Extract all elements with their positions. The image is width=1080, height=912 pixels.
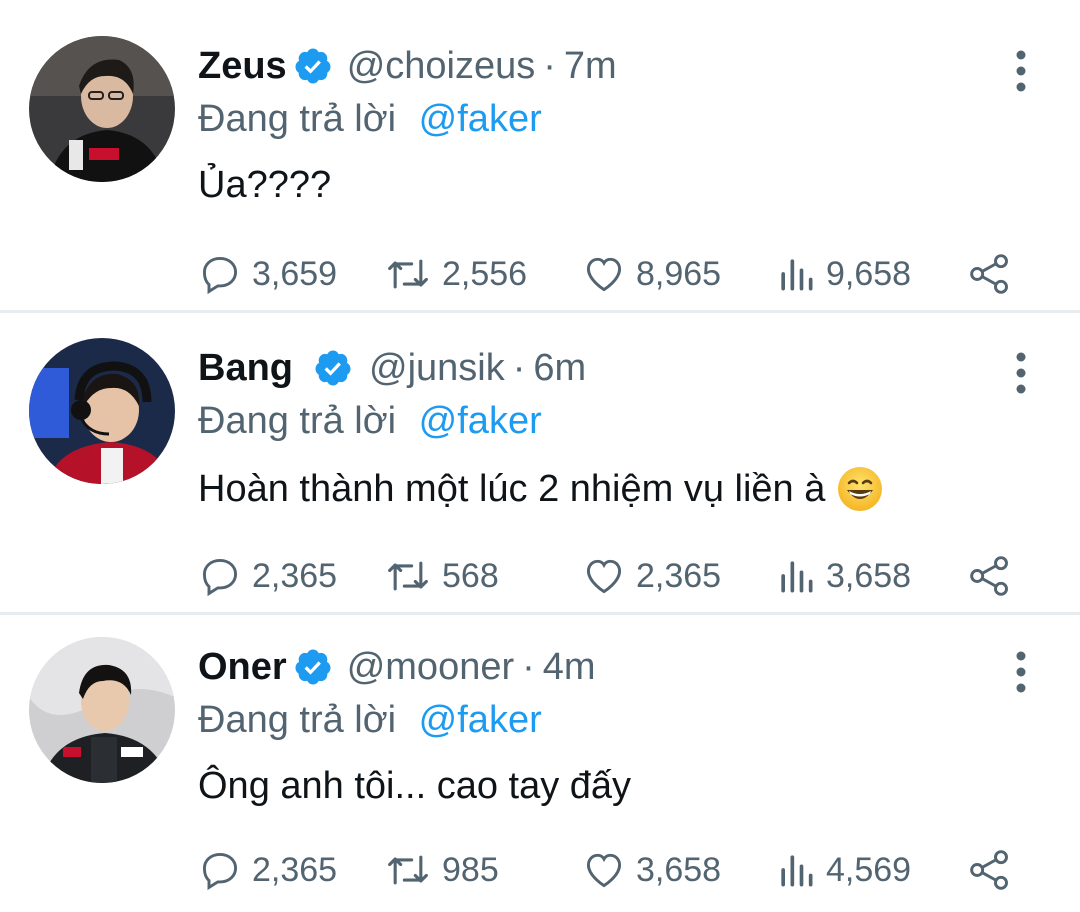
views-count: 9,658 <box>826 254 912 293</box>
reply-button[interactable]: 3,659 <box>198 249 337 299</box>
tweet-actions: 2,365 985 3,658 4,569 <box>198 845 1028 895</box>
views-count: 4,569 <box>826 850 912 889</box>
replying-to: Đang trả lời @faker <box>198 98 542 141</box>
views-icon <box>781 561 813 593</box>
more-icon[interactable] <box>1004 647 1038 697</box>
verified-badge-icon <box>293 46 333 86</box>
separator-dot: · <box>522 645 535 688</box>
tweet-header: Oner @mooner · 4m <box>198 637 596 697</box>
avatar[interactable] <box>29 637 175 783</box>
replying-to: Đang trả lời @faker <box>198 400 542 443</box>
reply-icon <box>202 558 238 597</box>
retweet-icon <box>388 855 428 885</box>
share-button[interactable] <box>968 551 1012 601</box>
share-button[interactable] <box>968 249 1012 299</box>
retweet-icon <box>388 259 428 289</box>
reply-count: 2,365 <box>252 556 338 595</box>
reply-icon <box>202 852 238 891</box>
reply-count: 3,659 <box>252 254 338 293</box>
replying-to-label: Đang trả lời <box>198 98 397 140</box>
tweet-text-content: Hoàn thành một lúc 2 nhiệm vụ liền à <box>198 467 826 510</box>
reply-icon <box>202 256 238 295</box>
share-icon <box>970 556 1008 596</box>
tweet-actions: 3,659 2,556 8,965 9,658 <box>198 249 1028 299</box>
tweet-text-content: Ủa???? <box>198 164 332 206</box>
like-button[interactable]: 2,365 <box>582 551 721 601</box>
tweet-text-content: Ông anh tôi... cao tay đấy <box>198 765 632 807</box>
like-button[interactable]: 3,658 <box>582 845 721 895</box>
tweet-text: Hoàn thành một lúc 2 nhiệm vụ liền à <box>198 466 883 512</box>
avatar[interactable] <box>29 36 175 182</box>
views-button[interactable]: 4,569 <box>776 845 911 895</box>
retweet-button[interactable]: 568 <box>384 551 499 601</box>
reply-button[interactable]: 2,365 <box>198 551 337 601</box>
mention-link[interactable]: @faker <box>419 98 542 140</box>
views-icon <box>781 855 813 887</box>
retweet-count: 985 <box>442 850 499 889</box>
timestamp[interactable]: 6m <box>533 347 586 390</box>
tweet-header: Zeus @choizeus · 7m <box>198 36 617 96</box>
views-count: 3,658 <box>826 556 912 595</box>
retweet-icon <box>388 561 428 591</box>
timestamp[interactable]: 7m <box>564 45 617 88</box>
like-count: 3,658 <box>636 850 722 889</box>
tweet[interactable]: Bang @junsik · 6m Đang trả lời @faker Ho… <box>0 338 1080 608</box>
verified-badge-icon <box>293 647 333 687</box>
tweet-actions: 2,365 568 2,365 3,658 <box>198 551 1028 601</box>
handle[interactable]: @junsik <box>369 347 505 390</box>
share-icon <box>970 254 1008 294</box>
like-icon <box>586 559 622 594</box>
share-icon <box>970 850 1008 890</box>
tweet-divider <box>0 612 1080 615</box>
tweet-divider <box>0 310 1080 313</box>
tweet-text: Ủa???? <box>198 164 331 207</box>
handle[interactable]: @choizeus <box>347 45 536 88</box>
verified-badge-icon <box>313 348 353 388</box>
mention-link[interactable]: @faker <box>419 400 542 442</box>
like-count: 8,965 <box>636 254 722 293</box>
separator-dot: · <box>543 44 556 87</box>
retweet-button[interactable]: 2,556 <box>384 249 527 299</box>
retweet-count: 2,556 <box>442 254 528 293</box>
display-name[interactable]: Oner <box>198 646 287 689</box>
retweet-count: 568 <box>442 556 499 595</box>
views-button[interactable]: 9,658 <box>776 249 911 299</box>
replying-to-label: Đang trả lời <box>198 400 397 442</box>
share-button[interactable] <box>968 845 1012 895</box>
retweet-button[interactable]: 985 <box>384 845 499 895</box>
like-button[interactable]: 8,965 <box>582 249 721 299</box>
more-icon[interactable] <box>1004 46 1038 96</box>
mention-link[interactable]: @faker <box>419 699 542 741</box>
display-name[interactable]: Bang <box>198 347 293 390</box>
avatar[interactable] <box>29 338 175 484</box>
display-name[interactable]: Zeus <box>198 45 287 88</box>
like-icon <box>586 853 622 888</box>
timestamp[interactable]: 4m <box>543 646 596 689</box>
separator-dot: · <box>512 346 526 389</box>
tweet[interactable]: Oner @mooner · 4m Đang trả lời @faker Ôn… <box>0 637 1080 907</box>
views-icon <box>781 259 813 291</box>
views-button[interactable]: 3,658 <box>776 551 911 601</box>
reply-count: 2,365 <box>252 850 338 889</box>
tweet-text: Ông anh tôi... cao tay đấy <box>198 765 631 808</box>
reply-button[interactable]: 2,365 <box>198 845 337 895</box>
handle[interactable]: @mooner <box>347 646 514 689</box>
grinning-face-emoji-icon <box>837 466 883 512</box>
more-icon[interactable] <box>1004 348 1038 398</box>
like-icon <box>586 257 622 292</box>
like-count: 2,365 <box>636 556 722 595</box>
tweet[interactable]: Zeus @choizeus · 7m Đang trả lời @faker … <box>0 36 1080 306</box>
replying-to-label: Đang trả lời <box>198 699 397 741</box>
tweet-header: Bang @junsik · 6m <box>198 338 586 398</box>
replying-to: Đang trả lời @faker <box>198 699 542 742</box>
